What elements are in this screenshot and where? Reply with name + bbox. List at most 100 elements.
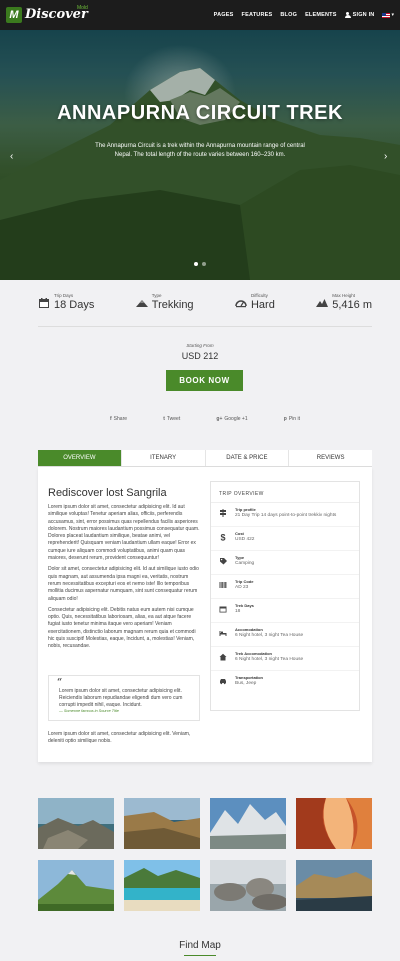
fact-max-height: Max Height 5,416 m [316,293,372,326]
logo-subtext: Mold [76,5,88,11]
overview-row: Trip Code AD 23 [211,575,359,599]
tab-overview[interactable]: OVERVIEW [38,450,122,466]
overview-row: Trip profile 21 Day Trip 14 days point-to… [211,503,359,527]
calendar-icon [219,606,227,613]
chevron-left-icon[interactable]: ‹ [10,152,20,162]
article-paragraph: Lorem ipsum dolor sit amet, consectetur … [48,504,200,562]
photo-gallery [38,798,372,922]
gauge-icon [235,300,247,308]
overview-row: Trek Days 18 [211,599,359,623]
tropical-beach-photo[interactable] [124,860,200,911]
share-twitter[interactable]: t Tweet [163,416,180,422]
menu-item-blog[interactable]: BLOG [280,12,297,18]
svg-text:$: $ [221,533,226,541]
fact-value: 5,416 m [332,299,372,311]
logo-mark: M [6,7,22,23]
tab-date-price[interactable]: DATE & PRICE [206,450,290,466]
find-map-heading: Find Map [179,940,221,951]
gallery-row [38,860,372,911]
hero-slider: ANNAPURNA CIRCUIT TREK The Annapurna Cir… [0,30,400,280]
share-label: Google +1 [224,416,248,422]
bed-icon [219,631,227,636]
fact-label: Trip Days [54,293,74,298]
overview-row: Accomodation 6 Night hotel, 3 night Tea H… [211,623,359,647]
overview-row: Type Camping [211,551,359,575]
overview-label: Trip profile [235,507,256,512]
overview-label: Type [235,555,245,560]
house-icon [219,653,227,661]
fact-label: Type [151,293,162,298]
fact-trip-days: Trip Days 18 Days [38,293,94,326]
overview-value: AD 23 [235,585,249,590]
chevron-right-icon[interactable]: › [384,152,394,162]
cliff-sea-photo[interactable] [296,860,372,911]
overview-value: 21 Day Trip 14 days point-to-point trekk… [235,513,337,518]
overview-label: Cost [235,531,244,536]
trip-overview-box: TRIP OVERVIEW Trip profile 21 Day Trip 14… [210,481,360,711]
share-label: Tweet [166,416,181,422]
fact-label: Max Height [332,293,356,298]
main-menu: PAGES FEATURES BLOG ELEMENTS SIGN IN ▾ [214,12,394,18]
gallery-row [38,798,372,849]
fact-type: Type Trekking [135,293,194,326]
red-canyon-photo[interactable] [296,798,372,849]
tag-icon [220,558,227,565]
mountain-icon [135,300,148,307]
share-pinterest[interactable]: p Pin it [284,416,300,422]
overview-value: USD 422 [235,537,255,542]
signin-link[interactable]: SIGN IN [344,12,375,18]
detail-tabs: OVERVIEW ITENARY DATE & PRICE REVIEWS [38,450,372,467]
article-paragraph: Dolor sit amet, consectetur adipisicing … [48,566,199,602]
boulder-shore-photo[interactable] [210,860,286,911]
overview-row: $ Cost USD 422 [211,527,359,551]
article-heading: Rediscover lost Sangrila [48,487,167,499]
overview-article: Rediscover lost Sangrila Lorem ipsum dol… [48,487,200,655]
calendar-icon [39,298,49,308]
tab-reviews[interactable]: REVIEWS [289,450,372,466]
mountain-lake-photo[interactable] [210,798,286,849]
top-navbar: M Discover Mold PAGES FEATURES BLOG ELEM… [0,0,400,30]
us-flag-icon [382,12,391,18]
signpost-icon [220,509,226,517]
menu-item-elements[interactable]: ELEMENTS [305,12,337,18]
language-selector[interactable]: ▾ [382,12,394,18]
slider-dot[interactable] [202,262,206,266]
share-label: Pin it [288,416,300,422]
coast-rocks-photo[interactable] [38,798,114,849]
site-logo[interactable]: M Discover Mold [6,5,88,23]
quote-icon: “ [57,678,63,688]
overview-value: 6 Night hotel, 3 night Tea House [235,633,304,638]
language-caret: ▾ [391,12,394,18]
signin-label: SIGN IN [352,12,375,18]
fact-value: 18 Days [54,299,95,311]
overview-label: Trek Days [235,603,254,608]
overview-label: Trip Code [235,579,254,584]
share-facebook[interactable]: f Share [110,416,127,422]
blockquote: “ Lorem ipsum dolor sit amet, consectetu… [48,675,200,721]
user-icon [344,12,351,18]
overview-value: 18 [235,609,241,614]
dollar-icon: $ [221,533,226,541]
share-google[interactable]: g+ Google +1 [216,416,247,422]
slider-dot[interactable] [194,262,198,266]
pinterest-icon: p [283,416,287,422]
overview-label: Accomodation [235,627,263,632]
menu-item-pages[interactable]: PAGES [214,12,234,18]
green-peak-photo[interactable] [38,860,114,911]
twitter-icon: t [163,416,165,422]
overview-value: 6 Night hotel, 3 night Tea House [235,657,304,662]
tab-itenary[interactable]: ITENARY [122,450,206,466]
starting-from-label: Starting From [186,343,214,348]
fact-difficulty: Difficulty Hard [235,293,275,326]
article-paragraph: Consectetur adipisicing elit. Debitis na… [48,606,196,650]
share-label: Share [113,416,128,422]
menu-item-features[interactable]: FEATURES [242,12,273,18]
slider-dots [0,262,400,266]
share-bar: f Share t Tweet g+ Google +1 p Pin it [110,416,300,422]
overview-row: Trek Accomodation 6 Night hotel, 3 night … [211,647,359,671]
fact-label: Difficulty [250,293,268,298]
heading-underline [184,955,216,956]
barcode-icon [219,582,227,588]
coastal-cliff-photo[interactable] [124,798,200,849]
book-now-button[interactable]: BOOK NOW [166,370,243,391]
